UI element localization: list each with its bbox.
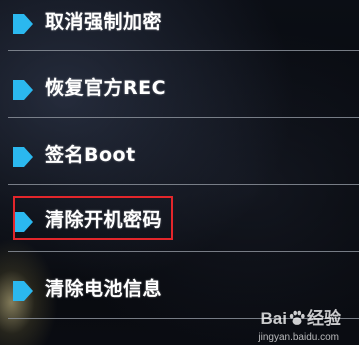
- divider: [8, 50, 359, 51]
- watermark-url: jingyan.baidu.com: [258, 332, 339, 343]
- arrow-right-icon: [13, 147, 33, 167]
- baidu-jingyan-watermark: Bai 经验: [261, 304, 341, 329]
- menu-item-cancel-forced-encryption[interactable]: 取消强制加密: [0, 3, 359, 43]
- menu-item-label: 取消强制加密: [45, 11, 163, 33]
- watermark-text: Bai: [260, 309, 287, 328]
- divider: [8, 184, 359, 185]
- watermark-text-jingyan: 经验: [307, 309, 341, 328]
- menu-item-sign-boot[interactable]: 签名Boot: [0, 136, 359, 176]
- arrow-right-icon: [13, 80, 33, 100]
- menu-item-restore-official-rec[interactable]: 恢复官方REC: [0, 69, 359, 109]
- arrow-right-icon: [13, 281, 33, 301]
- menu-item-label: 签名Boot: [45, 144, 136, 166]
- arrow-right-icon: [13, 14, 33, 34]
- divider: [8, 251, 359, 252]
- highlight-box: [13, 196, 173, 240]
- menu-item-label: 清除电池信息: [45, 278, 163, 300]
- menu-item-label: 恢复官方REC: [45, 77, 167, 99]
- recovery-menu-screen: 取消强制加密 恢复官方REC 签名Boot 清除开机密码 清除电池信息 Bai: [0, 0, 359, 345]
- divider: [8, 117, 359, 118]
- baidu-paw-icon: [289, 310, 305, 325]
